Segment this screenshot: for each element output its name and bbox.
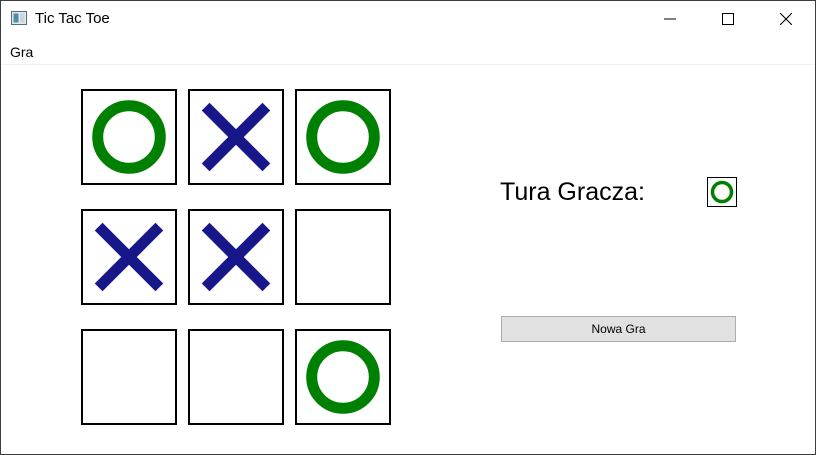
board-cell-5[interactable] [188, 209, 284, 305]
menu-bar: Gra [1, 37, 815, 65]
window-title: Tic Tac Toe [35, 10, 110, 27]
o-mark-icon [92, 100, 166, 174]
turn-label: Tura Gracza: [500, 178, 645, 206]
app-window: Tic Tac Toe Gra Tura Gracza: Nowa Gra [0, 0, 816, 455]
board-cell-6[interactable] [295, 209, 391, 305]
current-player-indicator [707, 177, 737, 207]
board-cell-3[interactable] [295, 89, 391, 185]
x-mark-icon [94, 222, 164, 292]
title-bar[interactable]: Tic Tac Toe [1, 1, 815, 37]
minimize-button[interactable] [641, 1, 699, 37]
new-game-button[interactable]: Nowa Gra [501, 316, 736, 342]
x-mark-icon [201, 222, 271, 292]
close-button[interactable] [757, 1, 815, 37]
maximize-button[interactable] [699, 1, 757, 37]
board-cell-4[interactable] [81, 209, 177, 305]
board-cell-7[interactable] [81, 329, 177, 425]
o-mark-icon [710, 180, 734, 204]
board-cell-8[interactable] [188, 329, 284, 425]
app-window-icon [11, 11, 27, 25]
maximize-icon [722, 13, 734, 25]
board-cell-9[interactable] [295, 329, 391, 425]
board-cell-2[interactable] [188, 89, 284, 185]
menu-item-gra[interactable]: Gra [10, 44, 33, 60]
x-mark-icon [201, 102, 271, 172]
minimize-icon [664, 18, 676, 20]
o-mark-icon [306, 100, 380, 174]
close-icon [780, 13, 792, 25]
board-cell-1[interactable] [81, 89, 177, 185]
o-mark-icon [306, 340, 380, 414]
